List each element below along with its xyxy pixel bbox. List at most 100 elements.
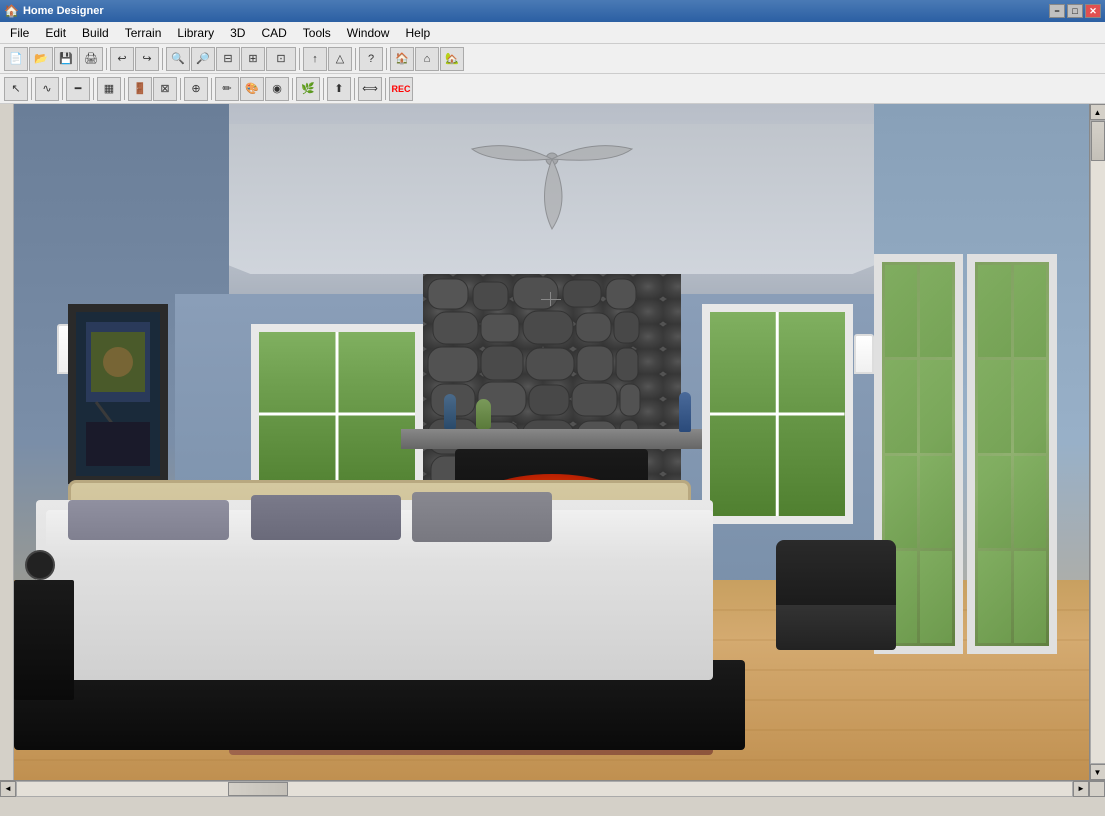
toolbar-draw: ↖ ∿ ━ ▦ 🚪 ⊠ ⊕ ✏ 🎨 ◉ 🌿 ⬆ ⟺ REC [0,74,1105,104]
new-button[interactable]: 📄 [4,47,28,71]
house-icon-button[interactable]: 🏠 [390,47,414,71]
chair-back [776,540,896,610]
copy-tool[interactable]: ⊕ [184,77,208,101]
menu-edit[interactable]: Edit [37,24,74,42]
app-title: Home Designer [23,5,1049,17]
toolbar-main: 📄 📂 💾 🖨 ↩ ↪ 🔍 🔎 ⊟ ⊞ ⊡ ↑ △ ? 🏠 ⌂ 🏡 [0,44,1105,74]
french-doors [874,254,1057,654]
rec-tool[interactable]: REC [389,77,413,101]
door-pane [920,360,952,452]
menu-bar: File Edit Build Terrain Library 3D CAD T… [0,22,1105,44]
minimize-button[interactable]: − [1049,4,1065,18]
window-controls: − □ ✕ [1049,4,1101,18]
crosshair-v [550,292,551,306]
bedside-clock [25,550,55,580]
draw-tool[interactable]: ∿ [35,77,59,101]
sep13 [323,78,324,100]
sep8 [93,78,94,100]
scroll-thumb-horizontal[interactable] [228,782,288,796]
roof-button[interactable]: ⌂ [415,47,439,71]
scroll-thumb-vertical[interactable] [1091,121,1105,161]
sconce-right [854,334,874,374]
door-pane [978,551,1010,643]
scroll-right-button[interactable]: ► [1073,781,1089,797]
vase-blue-right [679,392,691,432]
sep4 [355,48,356,70]
nightstand [14,580,74,700]
close-button[interactable]: ✕ [1085,4,1101,18]
menu-3d[interactable]: 3D [222,24,253,42]
door-pane [1014,360,1046,452]
main-area: ▲ ▼ [0,104,1105,780]
scroll-track-vertical[interactable] [1090,120,1105,764]
zoom-in-button[interactable]: 🔎 [191,47,215,71]
room-scene [14,104,1089,780]
window-tool[interactable]: ⊠ [153,77,177,101]
undo-button[interactable]: ↩ [110,47,134,71]
status-bar [0,796,1105,816]
3d-viewport[interactable] [14,104,1089,780]
sep6 [31,78,32,100]
redo-button[interactable]: ↪ [135,47,159,71]
scroll-up-button[interactable]: ▲ [1090,104,1105,120]
menu-build[interactable]: Build [74,24,117,42]
door-pane [978,360,1010,452]
app-icon: 🏠 [4,4,19,18]
sep5 [386,48,387,70]
window-right [702,304,853,524]
door-pane [1014,456,1046,548]
vase-green [476,399,491,429]
sep2 [162,48,163,70]
scroll-track-horizontal[interactable] [16,781,1073,797]
menu-tools[interactable]: Tools [295,24,339,42]
fireplace-mantel [401,429,702,449]
menu-cad[interactable]: CAD [253,24,294,42]
move-tool[interactable]: ⟺ [358,77,382,101]
plant-tool[interactable]: 🌿 [296,77,320,101]
door-pane [885,456,917,548]
print-button[interactable]: 🖨 [79,47,103,71]
line-tool[interactable]: ━ [66,77,90,101]
door-pane [978,265,1010,357]
ceiling-inner [175,124,928,274]
scroll-down-button[interactable]: ▼ [1090,764,1105,780]
menu-window[interactable]: Window [339,24,398,42]
zoom-out-button[interactable]: ⊟ [216,47,240,71]
arrow-button[interactable]: ↑ [303,47,327,71]
home2-button[interactable]: 🏡 [440,47,464,71]
save-button[interactable]: 💾 [54,47,78,71]
door-pane [1014,265,1046,357]
select-tool[interactable]: ↖ [4,77,28,101]
select-button[interactable]: △ [328,47,352,71]
sep12 [292,78,293,100]
vase-blue-left [444,394,456,429]
pillow-2 [251,495,402,540]
door-panel-right [967,254,1056,654]
door-tool[interactable]: 🚪 [128,77,152,101]
menu-file[interactable]: File [2,24,37,42]
door-pane [920,265,952,357]
sep11 [211,78,212,100]
help-button[interactable]: ? [359,47,383,71]
up-arrow-tool[interactable]: ⬆ [327,77,351,101]
sep10 [180,78,181,100]
left-ruler [0,104,14,780]
scroll-left-button[interactable]: ◄ [0,781,16,797]
pan-button[interactable]: ⊡ [266,47,296,71]
pencil-tool[interactable]: ✏ [215,77,239,101]
door-pane [920,456,952,548]
menu-help[interactable]: Help [397,24,438,42]
paint-tool[interactable]: 🎨 [240,77,264,101]
wall-tool[interactable]: ▦ [97,77,121,101]
armchair [776,540,896,650]
maximize-button[interactable]: □ [1067,4,1083,18]
title-bar: 🏠 Home Designer − □ ✕ [0,0,1105,22]
zoom-rect-button[interactable]: ⊞ [241,47,265,71]
open-button[interactable]: 📂 [29,47,53,71]
menu-library[interactable]: Library [169,24,222,42]
window-left [251,324,423,504]
zoom-fit-button[interactable]: 🔍 [166,47,190,71]
pillow-3 [412,492,552,542]
texture-tool[interactable]: ◉ [265,77,289,101]
menu-terrain[interactable]: Terrain [117,24,170,42]
